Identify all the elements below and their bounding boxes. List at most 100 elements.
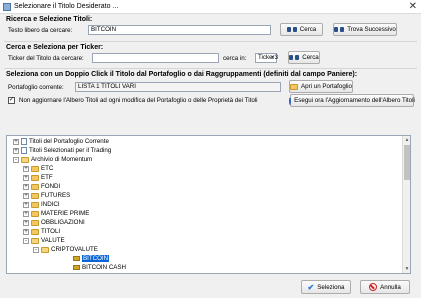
document-icon bbox=[21, 147, 27, 154]
tree-node[interactable]: + OBBLIGAZIONI bbox=[23, 218, 85, 227]
tree-node[interactable]: - CRIPTOVALUTE bbox=[33, 245, 98, 254]
coin-icon bbox=[73, 265, 80, 270]
tree-node-label: TITOLI bbox=[41, 228, 61, 235]
tree-node[interactable]: + FONDI bbox=[23, 182, 60, 191]
chevron-down-icon: ▾ bbox=[270, 55, 274, 61]
divider bbox=[4, 41, 417, 42]
tree-node[interactable]: BITCOIN CASH bbox=[73, 263, 126, 272]
check-icon: ✔ bbox=[307, 282, 315, 292]
update-tree-button[interactable]: Esegui ora l'Aggiornamento dell'Albero T… bbox=[289, 94, 415, 107]
collapse-icon[interactable]: - bbox=[23, 237, 29, 244]
search-label: Testo libero da cercare: bbox=[8, 27, 73, 34]
collapse-icon[interactable]: - bbox=[33, 246, 39, 253]
select-button[interactable]: ✔ Seleziona bbox=[301, 280, 351, 294]
scroll-thumb[interactable] bbox=[404, 145, 410, 180]
folder-icon bbox=[31, 174, 39, 181]
find-next-button[interactable]: Trova Successivo bbox=[333, 23, 397, 36]
tree-node-label: CRIPTOVALUTE bbox=[51, 246, 98, 253]
coin-icon bbox=[73, 256, 80, 261]
tree-node[interactable]: - VALUTE bbox=[23, 236, 65, 245]
tree-node-label: Titoli del Portafoglio Corrente bbox=[29, 138, 109, 145]
search-in-select[interactable]: Ticker3 ▾ bbox=[255, 53, 279, 63]
tree-node-label: ETC bbox=[41, 165, 54, 172]
search-input[interactable]: BITCOIN bbox=[88, 25, 271, 35]
folder-open-icon bbox=[21, 156, 29, 163]
tree-node[interactable]: + Titoli Selezionati per il Trading bbox=[13, 146, 111, 155]
scroll-up-icon[interactable]: ▲ bbox=[404, 137, 410, 143]
folder-icon bbox=[31, 219, 39, 226]
select-button-label: Seleziona bbox=[317, 283, 345, 291]
tree-node[interactable]: + FUTURES bbox=[23, 191, 70, 200]
search-button[interactable]: Cerca bbox=[280, 23, 323, 36]
scroll-down-icon[interactable]: ▼ bbox=[404, 266, 410, 272]
titles-tree[interactable]: + Titoli del Portafoglio Corrente + Tito… bbox=[6, 135, 411, 274]
cancel-button[interactable]: Annulla bbox=[360, 280, 410, 294]
tree-node-label: VALUTE bbox=[41, 237, 65, 244]
search-button-label: Cerca bbox=[299, 26, 317, 33]
search-in-value: Ticker3 bbox=[258, 54, 279, 61]
expand-icon[interactable]: + bbox=[23, 174, 29, 181]
folder-open-icon bbox=[41, 246, 49, 253]
folder-icon bbox=[31, 201, 39, 208]
tree-node-label: BITCOIN bbox=[82, 255, 110, 262]
expand-icon[interactable]: + bbox=[23, 201, 29, 208]
find-next-label: Trova Successivo bbox=[347, 26, 396, 33]
tree-node[interactable]: + MATERIE PRIME bbox=[23, 209, 89, 218]
open-portfolio-label: Apri un Portafoglio bbox=[301, 83, 352, 90]
expand-icon[interactable]: + bbox=[23, 228, 29, 235]
ticker-search-button[interactable]: Cerca bbox=[288, 51, 320, 64]
binoculars-icon bbox=[334, 26, 345, 33]
expand-icon[interactable]: + bbox=[23, 210, 29, 217]
portfolio-section-title: Seleziona con un Doppio Click il Titolo … bbox=[6, 71, 358, 78]
tree-node-selected[interactable]: BITCOIN bbox=[73, 254, 110, 263]
refresh-icon bbox=[289, 96, 292, 105]
collapse-icon[interactable]: - bbox=[13, 156, 19, 163]
tree-node-label: ETF bbox=[41, 174, 53, 181]
close-icon[interactable]: ✕ bbox=[409, 1, 417, 12]
tree-node-label: FONDI bbox=[41, 183, 61, 190]
cancel-button-label: Annulla bbox=[380, 283, 401, 291]
cancel-icon bbox=[369, 283, 378, 291]
tree-node[interactable]: + INDICI bbox=[23, 200, 60, 209]
tree-node[interactable]: + ETF bbox=[23, 173, 53, 182]
tree-node-label: MATERIE PRIME bbox=[41, 210, 90, 217]
expand-icon[interactable]: + bbox=[23, 192, 29, 199]
tree-node-label: Titoli Selezionati per il Trading bbox=[29, 147, 112, 154]
expand-icon[interactable]: + bbox=[13, 147, 19, 154]
expand-icon[interactable]: + bbox=[23, 165, 29, 172]
tree-node-label: FUTURES bbox=[41, 192, 71, 199]
no-update-label: Non aggiornare l'Albero Titoli ad ogni m… bbox=[19, 97, 258, 104]
tree-node[interactable]: + ETC bbox=[23, 164, 53, 173]
footer-bar: ✔ Seleziona Annulla bbox=[0, 276, 421, 298]
tree-node-label: BITCOIN CASH bbox=[82, 264, 127, 271]
folder-icon bbox=[290, 83, 299, 90]
folder-open-icon bbox=[31, 237, 39, 244]
no-update-checkbox[interactable]: ✓ bbox=[8, 97, 15, 104]
ticker-input[interactable] bbox=[92, 53, 219, 63]
folder-icon bbox=[31, 210, 39, 217]
folder-icon bbox=[31, 183, 39, 190]
tree-node-label: OBBLIGAZIONI bbox=[41, 219, 85, 226]
expand-icon[interactable]: + bbox=[13, 138, 19, 145]
expand-icon[interactable]: + bbox=[23, 183, 29, 190]
tree-node[interactable]: - Archivio di Momentum bbox=[13, 155, 92, 164]
ticker-label: Ticker del Titolo da cercare: bbox=[8, 55, 84, 62]
tree-node[interactable]: + TITOLI bbox=[23, 227, 60, 236]
app-icon bbox=[3, 3, 11, 11]
document-icon bbox=[21, 138, 27, 145]
search-section-title: Ricerca e Selezione Titoli: bbox=[6, 16, 93, 23]
folder-icon bbox=[31, 228, 39, 235]
tree-node[interactable]: + Titoli del Portafoglio Corrente bbox=[13, 137, 109, 146]
tree-node-label: Archivio di Momentum bbox=[31, 156, 93, 163]
search-in-label: cerca in: bbox=[223, 55, 247, 62]
tree-scrollbar[interactable]: ▲ ▼ bbox=[402, 136, 410, 273]
divider bbox=[4, 68, 417, 69]
folder-icon bbox=[31, 165, 39, 172]
binoculars-icon bbox=[286, 26, 297, 33]
expand-icon[interactable]: + bbox=[23, 219, 29, 226]
portfolio-label: Portafoglio corrente: bbox=[8, 84, 64, 91]
ticker-search-label: Cerca bbox=[302, 54, 319, 61]
binoculars-icon bbox=[289, 54, 300, 61]
open-portfolio-button[interactable]: Apri un Portafoglio bbox=[289, 80, 353, 93]
window-title: Selezionare il Titolo Desiderato ... bbox=[14, 3, 119, 10]
